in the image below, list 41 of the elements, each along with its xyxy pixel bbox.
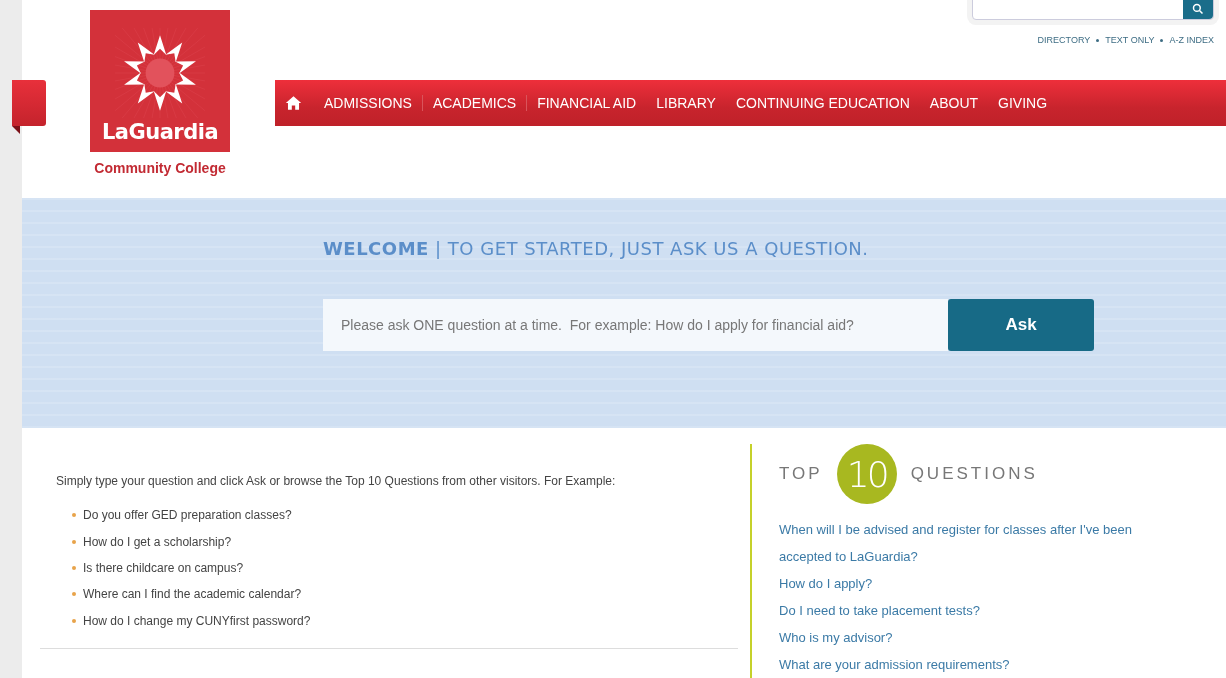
bullet-icon — [72, 565, 76, 570]
ask-button[interactable]: Ask — [948, 299, 1094, 351]
nav-item[interactable]: CONTINUING EDUCATION — [725, 95, 920, 111]
bullet-icon — [72, 592, 76, 597]
question-input-field[interactable]: Please ask ONE question at a time. For example: How do I apply for financial aid? — [323, 299, 948, 351]
example-question: How do I get a scholarship? — [83, 534, 232, 549]
question-link[interactable]: Who is my advisor? — [779, 624, 1179, 651]
separator-dot-icon — [1160, 38, 1164, 42]
home-icon[interactable] — [285, 95, 302, 111]
utility-link[interactable]: TEXT ONLY — [1105, 35, 1155, 45]
nav-item[interactable]: GIVING — [988, 95, 1058, 111]
question-link[interactable]: How do I apply? — [779, 570, 1179, 597]
example-question: Is there childcare on campus? — [83, 560, 244, 575]
example-question: How do I change my CUNYfirst password? — [83, 613, 311, 628]
college-logo[interactable]: LaGuardia — [90, 10, 230, 152]
nav-item[interactable]: ACADEMICS — [422, 95, 528, 111]
top-label: TOP — [779, 464, 823, 484]
ribbon-tab — [12, 80, 46, 134]
example-question: Where can I find the academic calendar? — [83, 587, 302, 602]
nav-item[interactable]: LIBRARY — [646, 95, 726, 111]
intro-text: Simply type your question and click Ask or browse the Top 10 Questions from other visitors. For Example: — [56, 474, 617, 488]
bullet-icon — [72, 513, 76, 518]
search-icon[interactable] — [1183, 0, 1213, 19]
bullet-icon — [72, 539, 76, 544]
welcome-heading: WELCOME | TO GET STARTED, JUST ASK US A QUESTION. — [323, 238, 870, 259]
question-link[interactable]: What are your admission requirements? — [779, 651, 1179, 678]
separator-dot-icon — [1096, 38, 1100, 42]
star-emblem-icon — [115, 28, 205, 118]
nav-item[interactable]: FINANCIAL AID — [527, 95, 647, 111]
utility-link[interactable]: A-Z INDEX — [1169, 35, 1214, 45]
bullet-icon — [72, 618, 76, 623]
questions-label: QUESTIONS — [910, 464, 1038, 484]
question-link[interactable]: Do I need to take placement tests? — [779, 597, 1179, 624]
question-link[interactable]: When will I be advised and register for classes after I've been accepted to LaGuardia? — [779, 516, 1179, 570]
utility-link[interactable]: DIRECTORY — [1037, 35, 1091, 45]
example-question: Do you offer GED preparation classes? — [83, 508, 292, 523]
nav-item[interactable]: ADMISSIONS — [314, 95, 423, 111]
logo-subtitle: Community College — [93, 160, 227, 176]
logo-name: LaGuardia — [101, 120, 219, 144]
nav-item[interactable]: ABOUT — [919, 95, 989, 111]
ten-badge: 10 — [836, 444, 897, 504]
